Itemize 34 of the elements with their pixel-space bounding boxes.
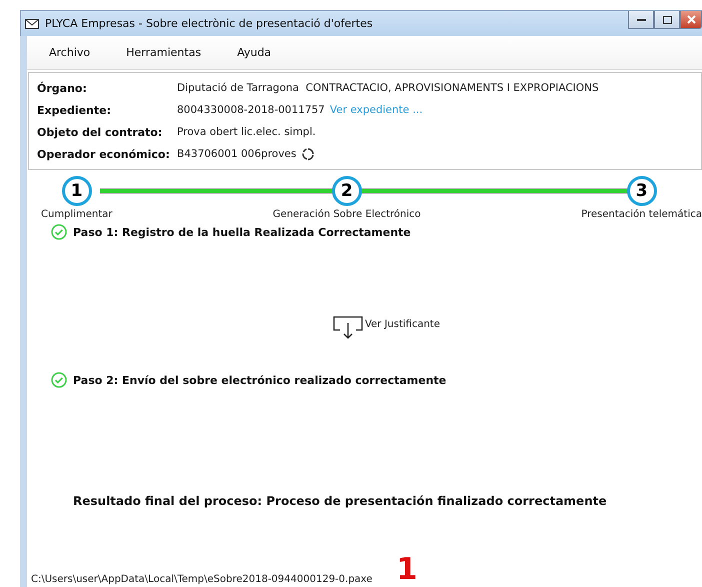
minimize-button[interactable] (628, 11, 654, 29)
status-bar-path: C:\Users\user\AppData\Local\Temp\eSobre2018-0944000129-0.paxe (31, 574, 372, 585)
check-circle-icon (51, 224, 67, 240)
field-value: B43706001 006proves (177, 148, 296, 160)
window-title: PLYCA Empresas - Sobre electrònic de presentació d'ofertes (45, 17, 374, 30)
step-message: Paso 2: Envío del sobre electrónico realizado correctamente (73, 374, 446, 386)
annotation-number: 1 (396, 555, 418, 585)
step-number: 3 (626, 176, 657, 206)
maximize-button[interactable] (654, 11, 680, 29)
field-label: Órgano: (37, 80, 88, 96)
menu-item[interactable]: Archivo (49, 46, 90, 59)
field-value: Prova obert lic.elec. simpl. (177, 126, 316, 138)
menu-item[interactable]: Ayuda (237, 46, 272, 59)
field-label: Operador económico: (37, 146, 171, 162)
maximize-icon (662, 16, 672, 24)
close-button[interactable] (680, 11, 702, 29)
minimize-icon (636, 18, 646, 21)
step-number: 2 (332, 176, 362, 206)
step-label: Cumplimentar (41, 209, 112, 220)
field-label: Objeto del contrato: (37, 124, 164, 140)
field-value: Diputació de Tarragona CONTRACTACIO, APROVISIONAMENTS I EXPROPIACIONS (177, 82, 599, 94)
menu-item[interactable]: Herramientas (126, 46, 202, 59)
field-label: Expediente: (37, 102, 112, 118)
step-message: Paso 1: Registro de la huella Realizada Correctamente (73, 226, 411, 238)
check-circle-icon (51, 372, 67, 388)
download-icon (332, 316, 363, 340)
envelope-icon (25, 18, 39, 28)
result-message: Resultado final del proceso: Proceso de presentación finalizado correctamente (73, 494, 608, 508)
step-label: Generación Sobre Electrónico (272, 209, 421, 220)
field-value: 8004330008-2018-0011757 (177, 104, 325, 116)
close-icon (686, 15, 696, 24)
justificante-button[interactable]: Ver Justificante (332, 316, 440, 340)
step-label: Presentación telemática (581, 209, 702, 220)
step-number: 1 (62, 176, 92, 206)
